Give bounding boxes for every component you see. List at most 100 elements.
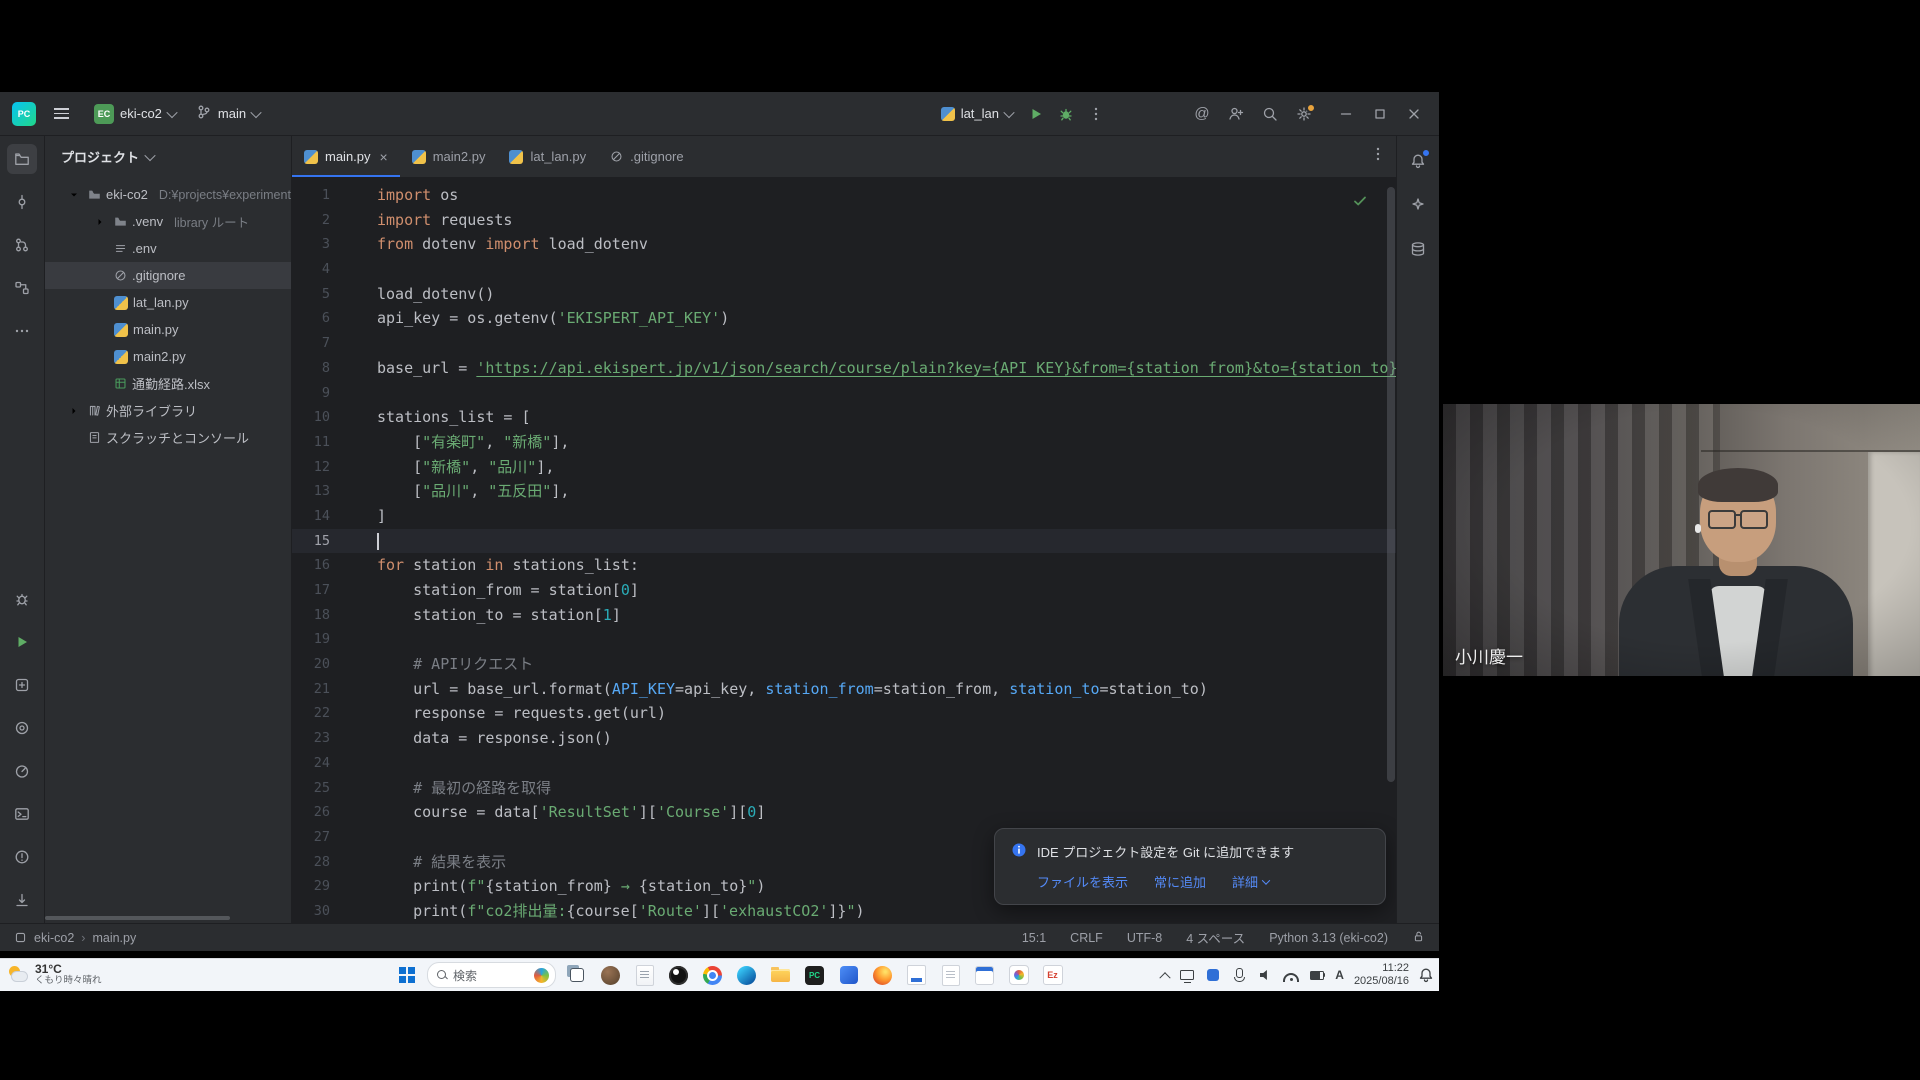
weather-widget[interactable]: 31°C くもり時々晴れ (8, 961, 102, 989)
tool-debug-button[interactable] (7, 584, 37, 614)
tree-item-lat_lan.py[interactable]: lat_lan.py (45, 289, 291, 316)
chevron-right-icon[interactable] (65, 403, 83, 419)
tree-item-.gitignore[interactable]: .gitignore (45, 262, 291, 289)
code-line-2[interactable]: 2import requests (292, 208, 1396, 233)
taskbar-app-pycharm[interactable] (801, 962, 828, 989)
code-line-20[interactable]: 20 # APIリクエスト (292, 652, 1396, 677)
start-button[interactable] (394, 962, 420, 988)
tool-more-button[interactable] (7, 316, 37, 346)
taskbar-app-globe-app[interactable] (597, 962, 624, 989)
main-menu-button[interactable] (46, 100, 76, 128)
taskbar-app-photos-app[interactable] (1005, 962, 1032, 989)
tool-commit-button[interactable] (7, 187, 37, 217)
code-line-12[interactable]: 12 ["新橋", "品川"], (292, 455, 1396, 480)
clock[interactable]: 11:22 2025/08/16 (1354, 962, 1409, 988)
tray-mic-icon[interactable] (1231, 967, 1247, 983)
close-tab-icon[interactable]: × (380, 149, 388, 165)
tree-item-main2.py[interactable]: main2.py (45, 343, 291, 370)
search-everywhere-button[interactable] (1255, 100, 1285, 128)
tool-profiler-button[interactable] (7, 756, 37, 786)
run-config-widget[interactable]: lat_lan (933, 100, 1021, 128)
python-interpreter[interactable]: Python 3.13 (eki-co2) (1269, 931, 1388, 945)
code-line-26[interactable]: 26 course = data['ResultSet']['Course'][… (292, 800, 1396, 825)
code-line-22[interactable]: 22 response = requests.get(url) (292, 701, 1396, 726)
tool-notifications-button[interactable] (1403, 146, 1433, 176)
code-line-5[interactable]: 5load_dotenv() (292, 282, 1396, 307)
panel-horizontal-scrollbar[interactable] (45, 916, 230, 920)
project-panel-header[interactable]: プロジェクト (45, 136, 291, 177)
tool-python-packages-button[interactable] (7, 670, 37, 700)
code-line-17[interactable]: 17 station_from = station[0] (292, 578, 1396, 603)
notification-action-show-files[interactable]: ファイルを表示 (1037, 872, 1128, 891)
maximize-button[interactable] (1363, 96, 1397, 132)
tool-structure-button[interactable] (7, 273, 37, 303)
minimize-button[interactable] (1329, 96, 1363, 132)
tool-problems-button[interactable] (7, 842, 37, 872)
taskbar-app-notes-app[interactable] (631, 962, 658, 989)
hidden-icons-button[interactable] (1160, 972, 1171, 983)
taskbar-app-file-explorer[interactable] (767, 962, 794, 989)
code-line-13[interactable]: 13 ["品川", "五反田"], (292, 479, 1396, 504)
code-line-10[interactable]: 10stations_list = [ (292, 405, 1396, 430)
code-with-me-button[interactable]: @ (1187, 100, 1217, 128)
chevron-down-icon[interactable] (65, 187, 83, 203)
code-line-25[interactable]: 25 # 最初の経路を取得 (292, 776, 1396, 801)
taskbar-app-task-view[interactable] (563, 962, 590, 989)
taskbar-app-firefox[interactable] (869, 962, 896, 989)
taskbar-search[interactable]: 検索 (427, 962, 556, 988)
code-line-4[interactable]: 4 (292, 257, 1396, 282)
run-button[interactable] (1021, 100, 1051, 128)
code-line-18[interactable]: 18 station_to = station[1] (292, 603, 1396, 628)
code-line-16[interactable]: 16for station in stations_list: (292, 553, 1396, 578)
scrollbar-thumb[interactable] (1387, 187, 1395, 782)
tray-display-icon[interactable] (1179, 967, 1195, 983)
notification-action-details[interactable]: 詳細 (1232, 872, 1269, 891)
settings-button[interactable] (1289, 100, 1319, 128)
tray-battery-icon[interactable] (1309, 967, 1325, 983)
tool-run-button[interactable] (7, 627, 37, 657)
tool-database-button[interactable] (1403, 234, 1433, 264)
editor-tab-main.py[interactable]: main.py× (292, 136, 400, 177)
editor-tab-main2.py[interactable]: main2.py (400, 136, 498, 177)
taskbar-app-edge[interactable] (733, 962, 760, 989)
tray-volume-icon[interactable] (1257, 967, 1273, 983)
taskbar-app-chrome[interactable] (699, 962, 726, 989)
inspections-ok-icon[interactable] (1352, 193, 1368, 214)
code-line-8[interactable]: 8base_url = 'https://api.ekispert.jp/v1/… (292, 356, 1396, 381)
tool-ai-assistant-button[interactable] (1403, 190, 1433, 220)
code-line-3[interactable]: 3from dotenv import load_dotenv (292, 232, 1396, 257)
taskbar-app-docs-app[interactable] (937, 962, 964, 989)
branch-widget[interactable]: main (188, 100, 268, 128)
taskbar-app-calendar-app[interactable] (971, 962, 998, 989)
tool-pull-requests-button[interactable] (7, 230, 37, 260)
editor-tab-lat_lan.py[interactable]: lat_lan.py (497, 136, 598, 177)
tree-item-通勤経路.xlsx[interactable]: 通勤経路.xlsx (45, 370, 291, 397)
code-line-1[interactable]: 1import os (292, 183, 1396, 208)
tree-item-main.py[interactable]: main.py (45, 316, 291, 343)
debug-button[interactable] (1051, 100, 1081, 128)
tray-network-icon[interactable] (1283, 967, 1299, 983)
code-line-11[interactable]: 11 ["有楽町", "新橋"], (292, 430, 1396, 455)
taskbar-app-ez-app[interactable] (1039, 962, 1066, 989)
notification-action-always-add[interactable]: 常に追加 (1154, 872, 1206, 891)
chevron-right-icon[interactable] (91, 214, 109, 230)
tool-terminal-button[interactable] (7, 799, 37, 829)
close-button[interactable] (1397, 96, 1431, 132)
editor-scrollbar[interactable] (1386, 177, 1396, 923)
tool-project-button[interactable] (7, 144, 37, 174)
code-line-19[interactable]: 19 (292, 627, 1396, 652)
code-line-21[interactable]: 21 url = base_url.format(API_KEY=api_key… (292, 677, 1396, 702)
indent-style[interactable]: 4 スペース (1186, 928, 1245, 947)
tray-blue-icon[interactable] (1205, 967, 1221, 983)
project-widget[interactable]: EC eki-co2 (86, 100, 184, 128)
taskbar-app-blue-app[interactable] (835, 962, 862, 989)
ime-indicator[interactable]: A (1335, 968, 1344, 982)
code-area[interactable]: 1import os2import requests3from dotenv i… (292, 177, 1396, 923)
code-line-6[interactable]: 6api_key = os.getenv('EKISPERT_API_KEY') (292, 306, 1396, 331)
tool-version-control-button[interactable] (7, 885, 37, 915)
code-line-14[interactable]: 14] (292, 504, 1396, 529)
notification-center-button[interactable] (1419, 968, 1433, 982)
taskbar-app-obs[interactable] (665, 962, 692, 989)
code-line-9[interactable]: 9 (292, 381, 1396, 406)
more-run-actions-button[interactable] (1081, 100, 1111, 128)
